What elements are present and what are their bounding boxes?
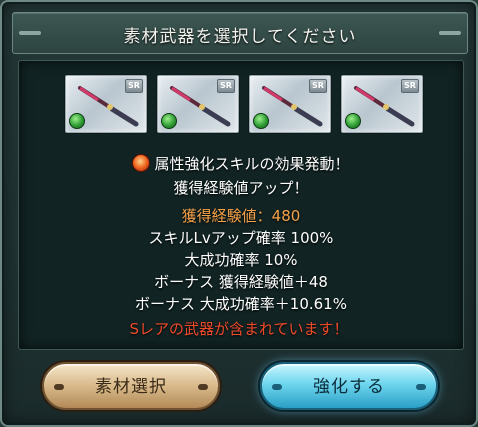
- wind-element-icon: [69, 113, 85, 129]
- material-select-label: 素材選択: [95, 377, 167, 397]
- enhance-label: 強化する: [313, 377, 385, 397]
- skill-effect-line: 属性強化スキルの効果発動！: [19, 153, 463, 174]
- fire-element-icon: [132, 154, 151, 172]
- bonus-great-success-stat: ボーナス 大成功確率＋10.61%: [135, 295, 347, 313]
- enhance-dialog: 素材武器を選択してください SR SR SR SR 属性強化スキルの効果発動！ …: [0, 0, 478, 427]
- enhance-info-panel: SR SR SR SR 属性強化スキルの効果発動！ 獲得経験値アップ！ 獲得経験…: [18, 60, 464, 350]
- rarity-badge: SR: [125, 79, 143, 93]
- material-weapon-slot-3[interactable]: SR: [249, 75, 331, 133]
- enhance-button[interactable]: 強化する: [260, 362, 438, 410]
- rarity-badge: SR: [401, 79, 419, 93]
- button-ornament-left: [272, 384, 282, 390]
- material-weapon-slot-1[interactable]: SR: [65, 75, 147, 133]
- title-bar: 素材武器を選択してください: [12, 12, 468, 54]
- material-select-button[interactable]: 素材選択: [42, 362, 220, 410]
- material-weapon-slot-2[interactable]: SR: [157, 75, 239, 133]
- wind-element-icon: [345, 113, 361, 129]
- s-rare-warning: Sレアの武器が含まれています！: [129, 320, 349, 338]
- skill-effect-text: 属性強化スキルの効果発動！: [154, 155, 350, 173]
- wind-element-icon: [161, 113, 177, 129]
- material-weapon-slot-4[interactable]: SR: [341, 75, 423, 133]
- exp-up-text: 獲得経験値アップ！: [173, 179, 309, 197]
- rarity-badge: SR: [309, 79, 327, 93]
- title-ornament-right: [439, 31, 461, 35]
- skill-lv-rate-stat: スキルLvアップ確率 100%: [148, 229, 334, 247]
- material-weapon-list: SR SR SR SR: [65, 75, 425, 133]
- button-ornament-right: [198, 384, 208, 390]
- dialog-title: 素材武器を選択してください: [123, 27, 357, 47]
- button-ornament-left: [54, 384, 64, 390]
- wind-element-icon: [253, 113, 269, 129]
- exp-gain-stat: 獲得経験値：480: [181, 207, 301, 225]
- bonus-exp-stat: ボーナス 獲得経験値＋48: [154, 273, 328, 291]
- rarity-badge: SR: [217, 79, 235, 93]
- button-ornament-right: [416, 384, 426, 390]
- great-success-rate-stat: 大成功確率 10%: [184, 251, 298, 269]
